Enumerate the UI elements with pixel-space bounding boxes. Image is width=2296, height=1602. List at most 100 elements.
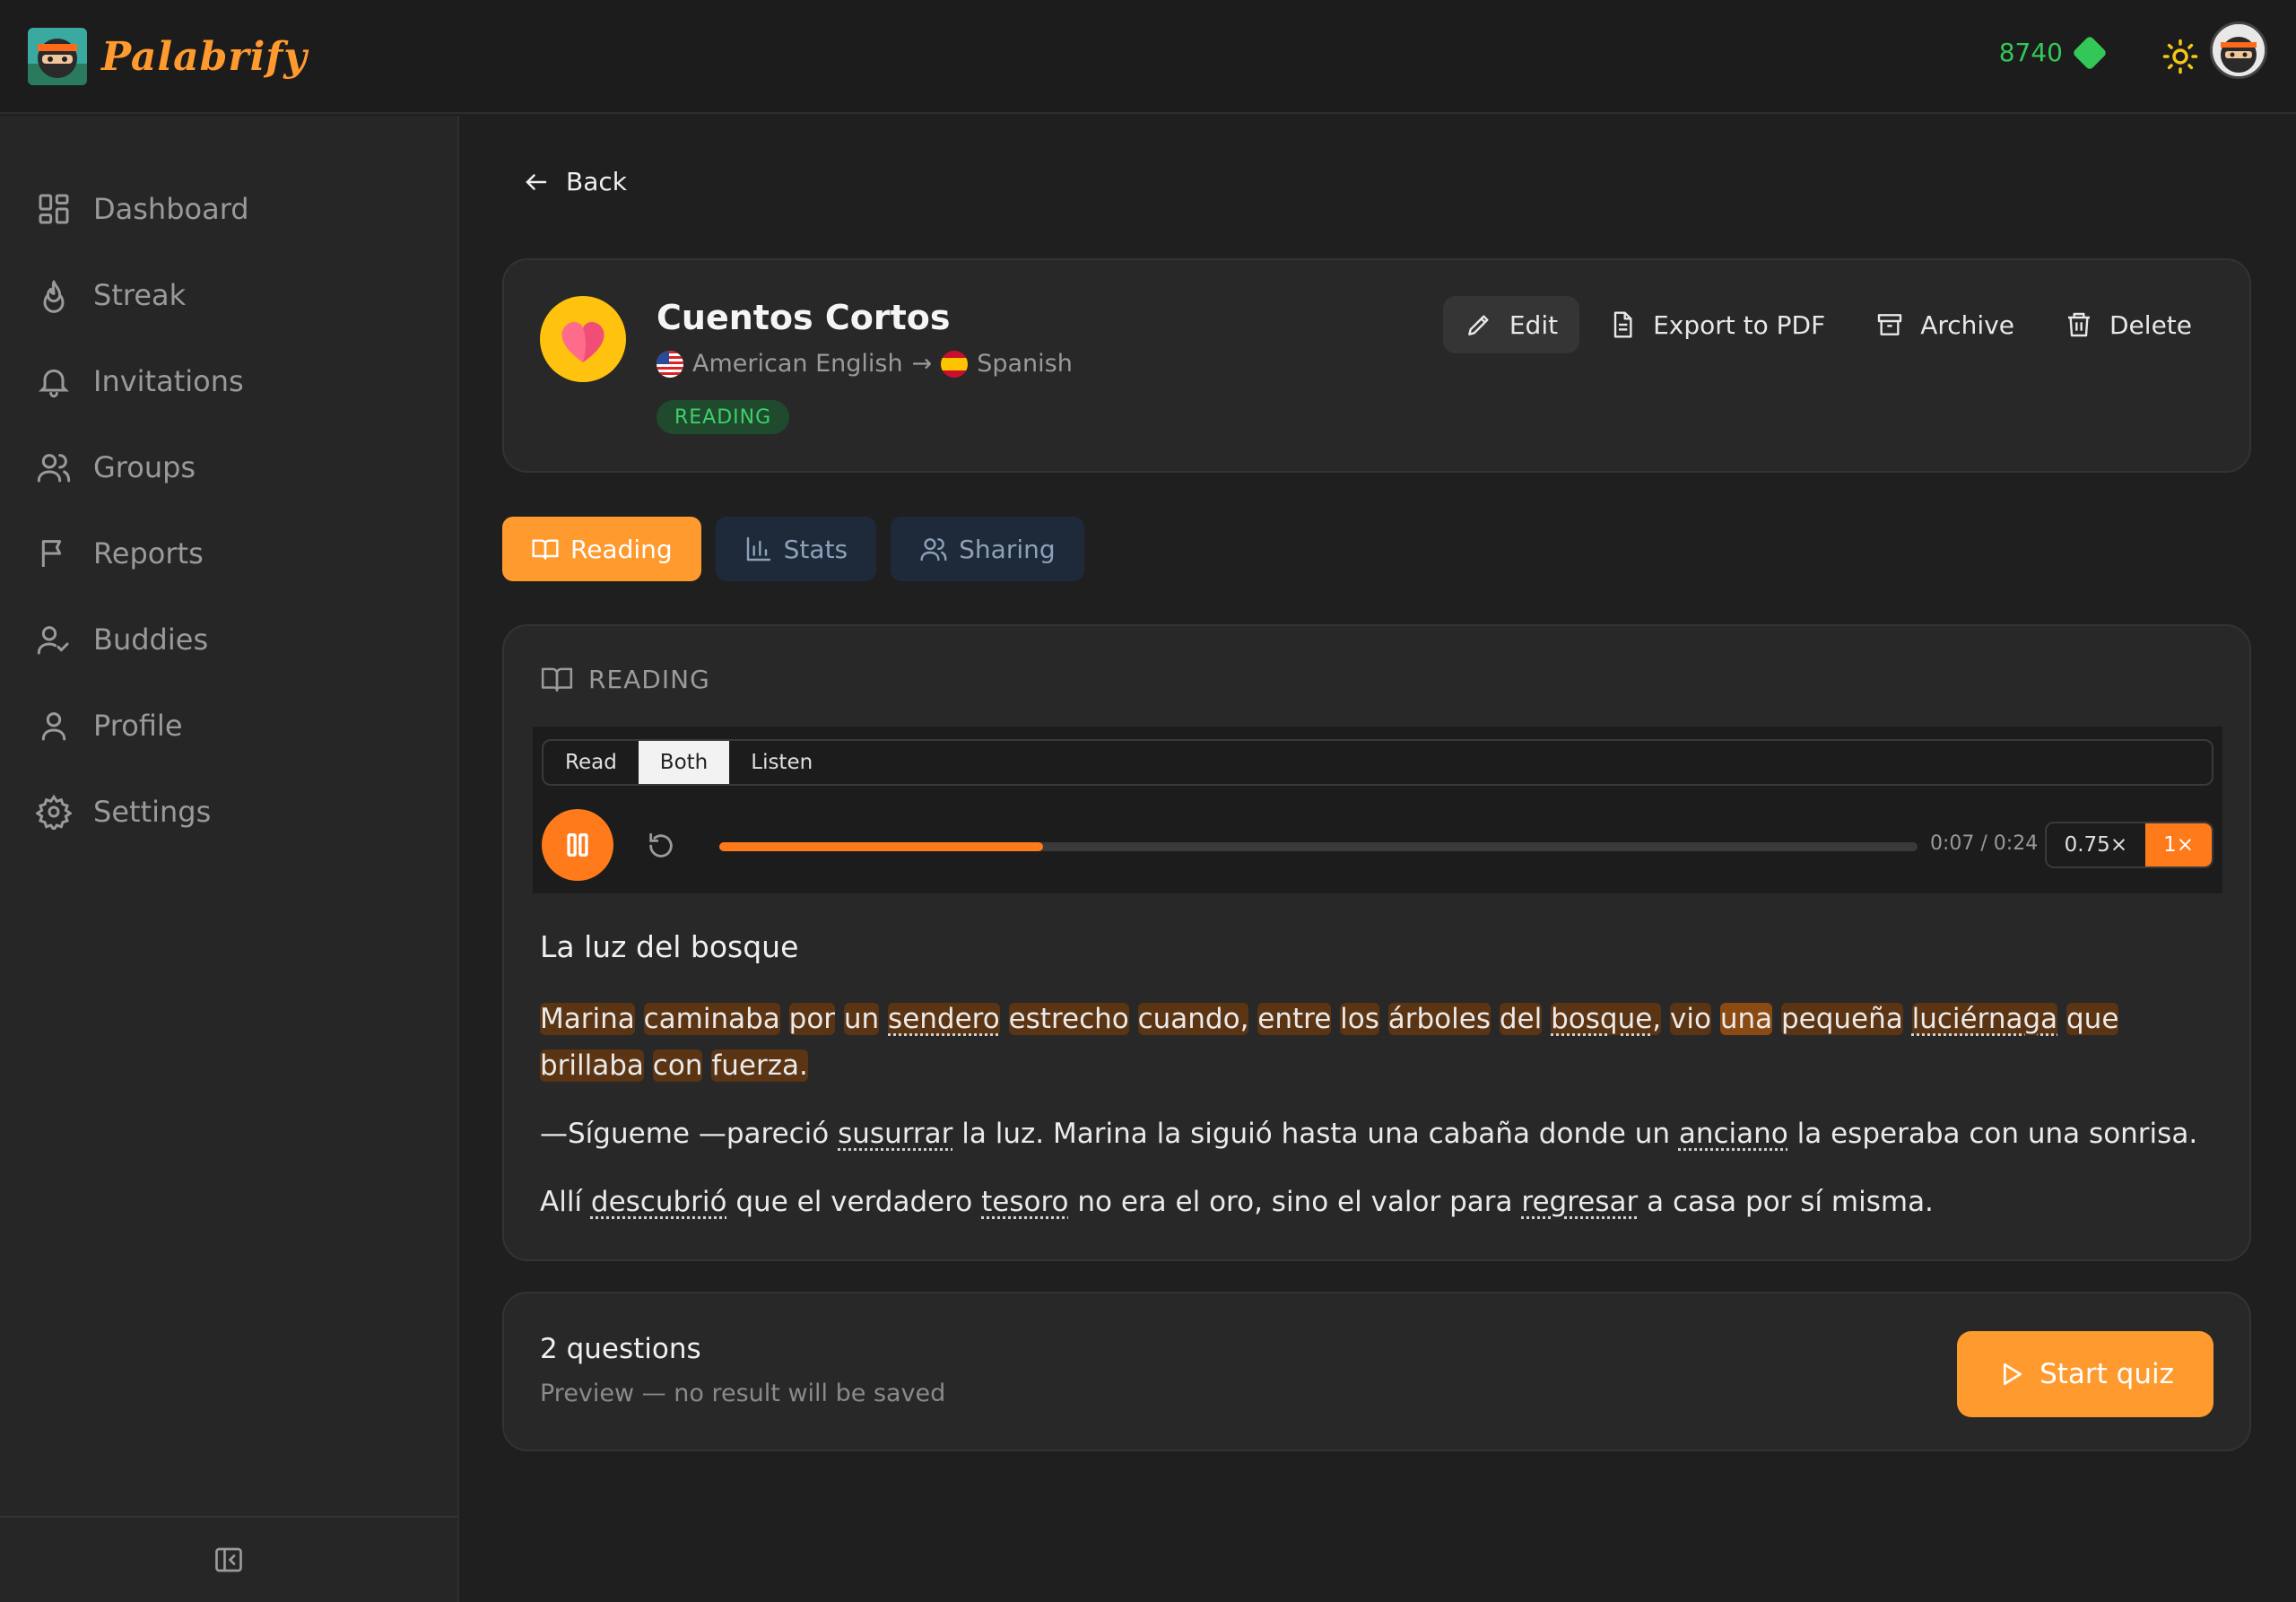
sidebar-item-settings[interactable]: Settings [36,785,211,839]
story-word[interactable]: del [1499,1003,1543,1035]
story-word[interactable]: con [652,1049,703,1082]
mode-both[interactable]: Both [638,741,730,784]
story-paragraph: Marina caminaba por un sendero estrecho … [540,996,2217,1089]
story-word[interactable]: la [1797,1118,1822,1150]
story-word[interactable]: caminaba [643,1003,780,1035]
story-word[interactable]: por [1745,1186,1791,1218]
story-word[interactable]: la [1157,1118,1182,1150]
story-word[interactable]: por [788,1003,836,1035]
replay-icon[interactable] [646,831,676,861]
start-quiz-button[interactable]: Start quiz [1957,1331,2213,1417]
story-word[interactable]: hasta [1282,1118,1359,1150]
story-word[interactable]: árboles [1387,1003,1491,1035]
archive-button[interactable]: Archive [1854,296,2036,353]
sidebar-footer [0,1516,457,1602]
sidebar-item-label: Profile [93,709,183,743]
speed-1[interactable]: 1× [2145,823,2212,866]
progress-track[interactable] [719,842,1918,851]
story-word[interactable]: sendero [888,1003,1000,1035]
story-word[interactable]: anciano [1679,1118,1788,1150]
archive-label: Archive [1920,309,2014,340]
story-word[interactable]: sino [1272,1186,1328,1218]
story-word[interactable]: la [961,1118,987,1150]
story-word[interactable]: casa [1673,1186,1736,1218]
sidebar-item-invitations[interactable]: Invitations [36,354,244,408]
story-word[interactable]: el [1176,1186,1201,1218]
tab-stats[interactable]: Stats [715,517,877,581]
story-word[interactable]: cabaña [1429,1118,1530,1150]
story-word[interactable]: tesoro [981,1186,1068,1218]
story-word[interactable]: brillaba [540,1049,644,1082]
story-word[interactable]: un [1635,1118,1670,1150]
sidebar-item-streak[interactable]: Streak [36,268,186,322]
story-word[interactable]: valor [1371,1186,1441,1218]
story-word[interactable]: que [2066,1003,2119,1035]
target-language: Spanish [977,350,1073,378]
story-word[interactable]: que [735,1186,787,1218]
tab-sharing[interactable]: Sharing [891,517,1084,581]
story-word[interactable]: a [1647,1186,1664,1218]
story-word[interactable]: susurrar [838,1118,952,1150]
story-word[interactable]: Marina [1053,1118,1148,1150]
story-word[interactable]: donde [1539,1118,1626,1150]
story-word[interactable]: era [1121,1186,1167,1218]
pause-button[interactable] [542,809,613,881]
sidebar-item-profile[interactable]: Profile [36,699,183,753]
story-word[interactable]: cuando, [1137,1003,1249,1035]
story-word[interactable]: regresar [1521,1186,1638,1218]
story-word[interactable]: los [1340,1003,1379,1035]
tab-label: Sharing [959,534,1056,564]
delete-button[interactable]: Delete [2043,296,2213,353]
story-word[interactable]: el [1337,1186,1362,1218]
story-word[interactable]: para [1449,1186,1512,1218]
story-word[interactable]: —Sígueme [540,1118,690,1150]
source-language: American English [692,350,903,378]
story-word[interactable]: siguió [1190,1118,1273,1150]
story-word[interactable]: pequeña [1780,1003,1903,1035]
story-word[interactable]: Allí [540,1186,582,1218]
mode-listen[interactable]: Listen [729,741,834,784]
app-logo[interactable]: Palabrify [28,28,308,85]
sidebar-item-dashboard[interactable]: Dashboard [36,182,249,236]
story-word[interactable]: una [2028,1118,2080,1150]
story-word[interactable]: una [1367,1118,1419,1150]
start-quiz-label: Start quiz [2039,1358,2174,1390]
sidebar-item-buddies[interactable]: Buddies [36,613,208,666]
story-word[interactable]: —pareció [699,1118,829,1150]
back-button[interactable]: Back [523,167,627,196]
export-pdf-button[interactable]: Export to PDF [1587,296,1847,353]
quiz-card: 2 questions Preview — no result will be … [502,1292,2251,1451]
user-avatar[interactable] [2210,22,2267,79]
story-word[interactable]: esperaba [1831,1118,1960,1150]
story-word[interactable]: luz. [996,1118,1044,1150]
story-word[interactable]: estrecho [1008,1003,1129,1035]
theme-toggle-sun-icon[interactable] [2161,38,2199,75]
story-word[interactable]: luciérnaga [1911,1003,2058,1035]
story-word[interactable]: el [797,1186,822,1218]
story-word[interactable]: sí [1800,1186,1822,1218]
story-word[interactable]: sonrisa. [2089,1118,2197,1150]
story-word[interactable]: verdadero [831,1186,972,1218]
spain-flag-icon [941,350,969,378]
edit-button[interactable]: Edit [1442,296,1580,353]
story-word[interactable]: con [1969,1118,2019,1150]
sidebar-item-reports[interactable]: Reports [36,527,204,580]
story-word[interactable]: bosque, [1551,1003,1662,1035]
story-word[interactable]: oro, [1209,1186,1263,1218]
story-word[interactable]: entre [1257,1003,1332,1035]
story-word[interactable]: un [843,1003,880,1035]
speed-075[interactable]: 0.75× [2047,823,2145,866]
sidebar-item-groups[interactable]: Groups [36,440,196,494]
story-word[interactable]: misma. [1831,1186,1934,1218]
story-word[interactable]: no [1077,1186,1112,1218]
dashboard-icon [39,194,69,224]
story-word[interactable]: vio [1670,1003,1711,1035]
story-word[interactable]: descubrió [591,1186,727,1218]
story-word[interactable]: una [1719,1003,1773,1035]
play-icon [2004,1363,2022,1385]
tab-reading[interactable]: Reading [502,517,701,581]
story-word[interactable]: Marina [540,1003,635,1035]
story-word[interactable]: fuerza. [711,1049,808,1082]
collapse-sidebar-icon[interactable] [213,1544,245,1576]
mode-read[interactable]: Read [544,741,639,784]
